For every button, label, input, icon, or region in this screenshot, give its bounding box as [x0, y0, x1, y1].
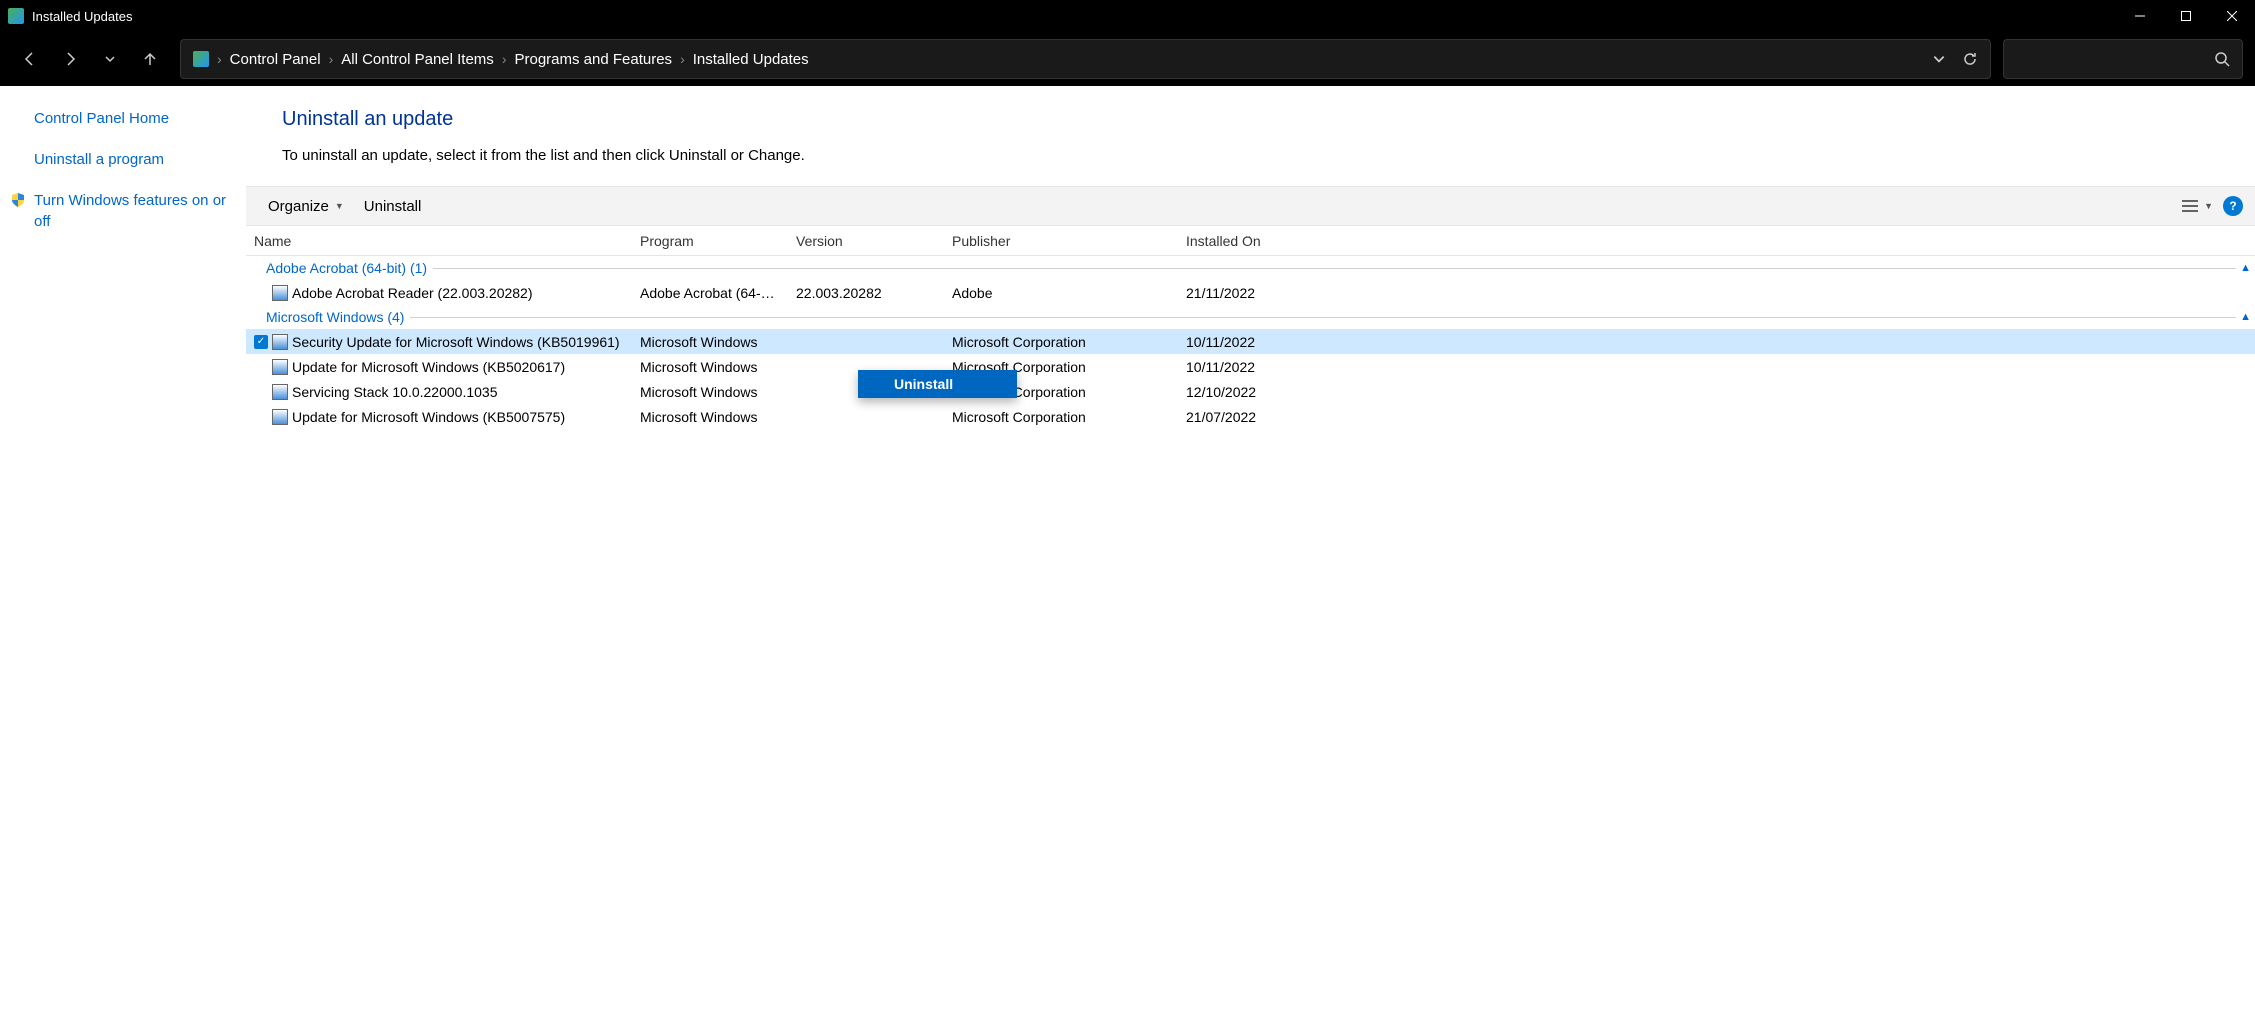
group-label: Adobe Acrobat (64-bit) (1) [266, 260, 427, 276]
close-button[interactable] [2209, 0, 2255, 32]
app-icon [8, 8, 24, 24]
breadcrumb-item[interactable]: All Control Panel Items [341, 51, 494, 68]
update-icon [272, 334, 288, 350]
chevron-down-icon: ▼ [2204, 201, 2213, 211]
table-header: Name Program Version Publisher ⌄ Install… [246, 226, 2255, 256]
sidebar: Control Panel Home Uninstall a program T… [0, 86, 246, 1015]
table-row[interactable]: Adobe Acrobat Reader (22.003.20282) Adobe… [246, 280, 2255, 305]
column-program[interactable]: Program [632, 233, 788, 249]
chevron-right-icon[interactable]: › [217, 51, 222, 67]
maximize-button[interactable] [2163, 0, 2209, 32]
update-installed-on: 12/10/2022 [1178, 384, 1318, 400]
control-panel-home-link[interactable]: Control Panel Home [34, 108, 230, 129]
history-dropdown-button[interactable] [1932, 52, 1946, 66]
update-icon [272, 409, 288, 425]
group-divider [410, 317, 2236, 318]
navigation-bar: › Control Panel › All Control Panel Item… [0, 32, 2255, 86]
uninstall-button[interactable]: Uninstall [354, 194, 432, 219]
table-row[interactable]: ✓ Security Update for Microsoft Windows (… [246, 329, 2255, 354]
column-installed-on[interactable]: ⌄ Installed On [1178, 233, 1318, 249]
update-version: 22.003.20282 [788, 285, 944, 301]
title-bar: Installed Updates [0, 0, 2255, 32]
column-publisher[interactable]: Publisher [944, 233, 1178, 249]
window-title: Installed Updates [32, 9, 132, 24]
breadcrumb-item[interactable]: Control Panel [230, 51, 321, 68]
view-options-button[interactable]: ▼ [2182, 199, 2213, 213]
page-title: Uninstall an update [282, 108, 2255, 131]
update-icon [272, 359, 288, 375]
windows-features-link[interactable]: Turn Windows features on or off [34, 190, 230, 232]
update-program: Microsoft Windows [632, 334, 788, 350]
table-row[interactable]: Servicing Stack 10.0.22000.1035 Microsoft… [246, 379, 2255, 404]
help-button[interactable]: ? [2223, 196, 2243, 216]
location-icon [193, 51, 209, 67]
chevron-right-icon[interactable]: › [502, 51, 507, 67]
toolbar: Organize ▼ Uninstall ▼ ? [246, 186, 2255, 226]
column-name[interactable]: Name [246, 233, 632, 249]
search-icon [2214, 51, 2230, 67]
group-label: Microsoft Windows (4) [266, 309, 404, 325]
breadcrumb-item[interactable]: Installed Updates [693, 51, 809, 68]
update-publisher: Microsoft Corporation [944, 334, 1178, 350]
update-icon [272, 285, 288, 301]
recent-locations-button[interactable] [92, 41, 128, 77]
context-uninstall-item[interactable]: Uninstall [858, 370, 1017, 398]
update-program: Microsoft Windows [632, 384, 788, 400]
chevron-down-icon: ▼ [335, 201, 344, 211]
update-installed-on: 10/11/2022 [1178, 359, 1318, 375]
organize-label: Organize [268, 198, 329, 215]
table-row[interactable]: Update for Microsoft Windows (KB5020617)… [246, 354, 2255, 379]
chevron-right-icon[interactable]: › [329, 51, 334, 67]
sort-indicator-icon: ⌄ [1244, 233, 1252, 241]
update-program: Microsoft Windows [632, 409, 788, 425]
forward-button[interactable] [52, 41, 88, 77]
breadcrumb-item[interactable]: Programs and Features [514, 51, 672, 68]
update-installed-on: 21/11/2022 [1178, 285, 1318, 301]
update-installed-on: 21/07/2022 [1178, 409, 1318, 425]
page-description: To uninstall an update, select it from t… [282, 147, 2255, 164]
list-icon [2182, 199, 2198, 213]
context-menu: Uninstall [858, 370, 1017, 398]
collapse-icon[interactable]: ▲ [2240, 311, 2251, 323]
collapse-icon[interactable]: ▲ [2240, 262, 2251, 274]
column-version[interactable]: Version [788, 233, 944, 249]
update-icon [272, 384, 288, 400]
refresh-button[interactable] [1962, 51, 1978, 67]
search-box[interactable] [2003, 39, 2243, 79]
group-header[interactable]: Adobe Acrobat (64-bit) (1) ▲ [246, 256, 2255, 280]
organize-button[interactable]: Organize ▼ [258, 194, 354, 219]
update-program: Microsoft Windows [632, 359, 788, 375]
windows-features-label: Turn Windows features on or off [34, 192, 226, 230]
back-button[interactable] [12, 41, 48, 77]
update-publisher: Adobe [944, 285, 1178, 301]
up-button[interactable] [132, 41, 168, 77]
update-installed-on: 10/11/2022 [1178, 334, 1318, 350]
shield-icon [10, 192, 26, 208]
minimize-button[interactable] [2117, 0, 2163, 32]
table-row[interactable]: Update for Microsoft Windows (KB5007575)… [246, 404, 2255, 429]
update-name: Servicing Stack 10.0.22000.1035 [292, 384, 497, 400]
group-divider [433, 268, 2236, 269]
update-program: Adobe Acrobat (64-b... [632, 285, 788, 301]
update-name: Security Update for Microsoft Windows (K… [292, 334, 620, 350]
update-name: Update for Microsoft Windows (KB5007575) [292, 409, 565, 425]
update-name: Adobe Acrobat Reader (22.003.20282) [292, 285, 533, 301]
row-checkbox[interactable]: ✓ [254, 335, 268, 349]
update-name: Update for Microsoft Windows (KB5020617) [292, 359, 565, 375]
address-bar[interactable]: › Control Panel › All Control Panel Item… [180, 39, 1991, 79]
uninstall-label: Uninstall [364, 198, 422, 215]
group-header[interactable]: Microsoft Windows (4) ▲ [246, 305, 2255, 329]
chevron-right-icon[interactable]: › [680, 51, 685, 67]
update-publisher: Microsoft Corporation [944, 409, 1178, 425]
uninstall-program-link[interactable]: Uninstall a program [34, 149, 230, 170]
updates-table: Name Program Version Publisher ⌄ Install… [246, 226, 2255, 429]
content-area: Uninstall an update To uninstall an upda… [246, 86, 2255, 1015]
